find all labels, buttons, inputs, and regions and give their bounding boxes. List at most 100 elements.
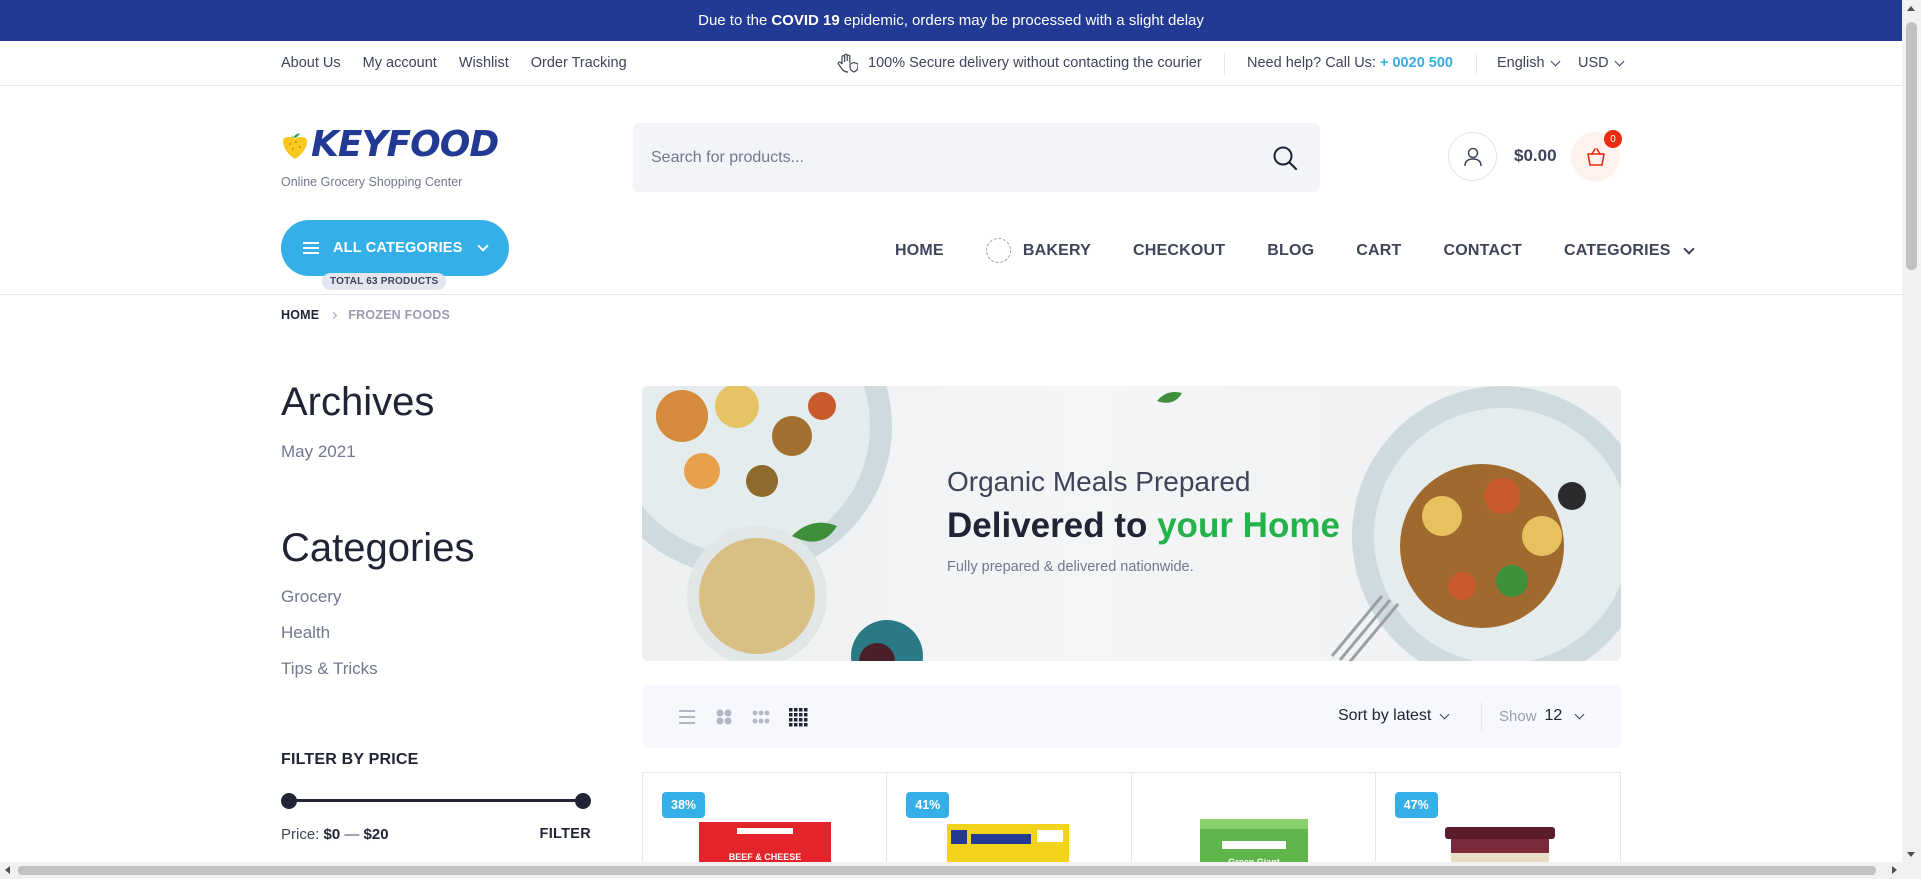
filter-button[interactable]: FILTER — [540, 826, 591, 843]
chevron-down-icon — [1574, 709, 1585, 719]
all-categories-label: ALL CATEGORIES — [333, 240, 463, 256]
price-separator: — — [344, 826, 360, 843]
secure-delivery-notice: 100% Secure delivery without contacting … — [836, 52, 1202, 74]
horizontal-scrollbar-thumb[interactable] — [18, 866, 1876, 875]
top-link-order-tracking[interactable]: Order Tracking — [531, 55, 627, 71]
price-label: Price: — [281, 826, 320, 843]
category-item-health[interactable]: Health — [281, 623, 378, 659]
sort-value: Sort by latest — [1338, 707, 1432, 724]
discount-badge: 41% — [906, 792, 950, 818]
nav-home[interactable]: HOME — [895, 242, 944, 260]
show-value: 12 — [1544, 707, 1563, 724]
top-link-my-account[interactable]: My account — [363, 55, 437, 71]
logo-tagline: Online Grocery Shopping Center — [281, 175, 463, 189]
breadcrumb-home[interactable]: HOME — [281, 308, 319, 322]
price-range-slider[interactable] — [281, 793, 591, 809]
price-slider-max-handle[interactable] — [575, 793, 591, 809]
help-contact: Need help? Call Us: + 0020 500 — [1247, 55, 1453, 71]
discount-badge: 38% — [662, 792, 706, 818]
scroll-right-arrow-icon[interactable] — [1892, 866, 1897, 874]
cart-count-badge: 0 — [1604, 130, 1622, 148]
chevron-down-icon — [1439, 709, 1450, 719]
category-item-tips-tricks[interactable]: Tips & Tricks — [281, 659, 378, 695]
top-bar: About Us My account Wishlist Order Track… — [0, 41, 1902, 86]
breadcrumb: HOME FROZEN FOODS — [281, 308, 450, 322]
all-categories-button[interactable]: ALL CATEGORIES TOTAL 63 PRODUCTS — [281, 220, 509, 290]
grid-2-view-icon[interactable] — [714, 707, 734, 727]
cart-button[interactable]: 0 — [1571, 130, 1622, 181]
nav-categories-label: CATEGORIES — [1563, 241, 1671, 259]
nav-categories[interactable]: CATEGORIES — [1563, 241, 1695, 260]
site-header: KEYFOOD Online Grocery Shopping Center $… — [0, 86, 1902, 295]
nav-cart[interactable]: CART — [1356, 242, 1401, 260]
banner-title-accent: your Home — [1157, 506, 1340, 545]
help-phone-link[interactable]: + 0020 500 — [1380, 55, 1453, 71]
list-view-icon[interactable] — [677, 707, 697, 727]
user-icon — [1463, 147, 1482, 166]
top-links: About Us My account Wishlist Order Track… — [281, 55, 627, 71]
nav-bakery-label: BAKERY — [1022, 241, 1091, 259]
banner-title-main: Delivered to — [947, 506, 1148, 545]
hand-shield-icon — [837, 53, 858, 73]
chevron-down-icon — [1550, 56, 1561, 66]
nav-checkout[interactable]: CHECKOUT — [1133, 242, 1225, 260]
vertical-scrollbar-thumb[interactable] — [1906, 22, 1917, 270]
currency-value: USD — [1578, 55, 1609, 71]
strawberry-logo-icon — [283, 132, 307, 159]
banner-subtitle: Fully prepared & delivered nationwide. — [947, 559, 1194, 575]
total-products-badge: TOTAL 63 PRODUCTS — [322, 273, 447, 290]
chevron-right-icon — [330, 311, 338, 319]
price-range-text: Price: $0 — $20 — [281, 826, 389, 843]
chevron-down-icon — [1614, 56, 1625, 66]
archive-item-may-2021[interactable]: May 2021 — [281, 442, 356, 462]
top-link-wishlist[interactable]: Wishlist — [459, 55, 509, 71]
show-count-dropdown[interactable]: Show 12 — [1499, 707, 1585, 725]
announcement-text-before: Due to the — [698, 12, 768, 29]
grid-3-view-icon[interactable] — [751, 707, 771, 727]
language-value: English — [1497, 55, 1545, 71]
category-list: Grocery Health Tips & Tricks — [281, 587, 378, 695]
breadcrumb-current: FROZEN FOODS — [348, 308, 451, 322]
discount-badge: 47% — [1394, 792, 1438, 818]
nav-blog[interactable]: BLOG — [1267, 242, 1314, 260]
help-label: Need help? Call Us: — [1247, 55, 1376, 71]
banner-pretitle: Organic Meals Prepared — [947, 466, 1251, 497]
shopping-basket-icon — [1586, 147, 1605, 166]
announcement-text-after: epidemic, orders may be processed with a… — [843, 12, 1204, 29]
top-link-about-us[interactable]: About Us — [281, 55, 341, 71]
show-label: Show — [1499, 707, 1537, 725]
search-icon[interactable] — [1272, 145, 1298, 171]
archives-heading: Archives — [281, 380, 435, 424]
topbar-divider — [1476, 53, 1477, 75]
sort-dropdown[interactable]: Sort by latest — [1338, 707, 1450, 725]
language-selector[interactable]: English — [1497, 55, 1561, 71]
nav-contact[interactable]: CONTACT — [1444, 242, 1522, 260]
topbar-divider — [1224, 53, 1225, 75]
horizontal-scrollbar[interactable] — [0, 862, 1902, 879]
categories-heading: Categories — [281, 526, 475, 570]
filter-by-price-heading: FILTER BY PRICE — [281, 751, 419, 768]
secure-delivery-text: 100% Secure delivery without contacting … — [868, 55, 1202, 71]
vertical-scrollbar[interactable] — [1902, 0, 1921, 879]
scroll-left-arrow-icon[interactable] — [5, 866, 10, 874]
scroll-up-arrow-icon[interactable] — [1907, 6, 1915, 11]
announcement-text-bold: COVID 19 — [771, 12, 840, 29]
currency-selector[interactable]: USD — [1578, 55, 1625, 71]
account-button[interactable] — [1448, 132, 1497, 181]
search-input[interactable] — [651, 148, 1251, 167]
price-max-value: $20 — [363, 826, 389, 843]
promo-banner[interactable]: Organic Meals Prepared Delivered to your… — [642, 386, 1621, 661]
nav-bakery[interactable]: BAKERY — [985, 238, 1091, 263]
menu-icon — [303, 242, 319, 254]
bakery-icon — [985, 238, 1011, 263]
site-logo[interactable]: KEYFOOD — [281, 124, 499, 165]
price-min-value: $0 — [323, 826, 341, 843]
price-slider-min-handle[interactable] — [281, 793, 297, 809]
scroll-down-arrow-icon[interactable] — [1907, 852, 1915, 857]
chevron-down-icon — [477, 240, 489, 252]
grid-4-view-icon[interactable] — [788, 707, 808, 727]
banner-title: Delivered to your Home — [947, 506, 1340, 546]
price-filter-row: Price: $0 — $20 FILTER — [281, 826, 591, 843]
logo-text: KEYFOOD — [311, 124, 499, 165]
category-item-grocery[interactable]: Grocery — [281, 587, 378, 623]
